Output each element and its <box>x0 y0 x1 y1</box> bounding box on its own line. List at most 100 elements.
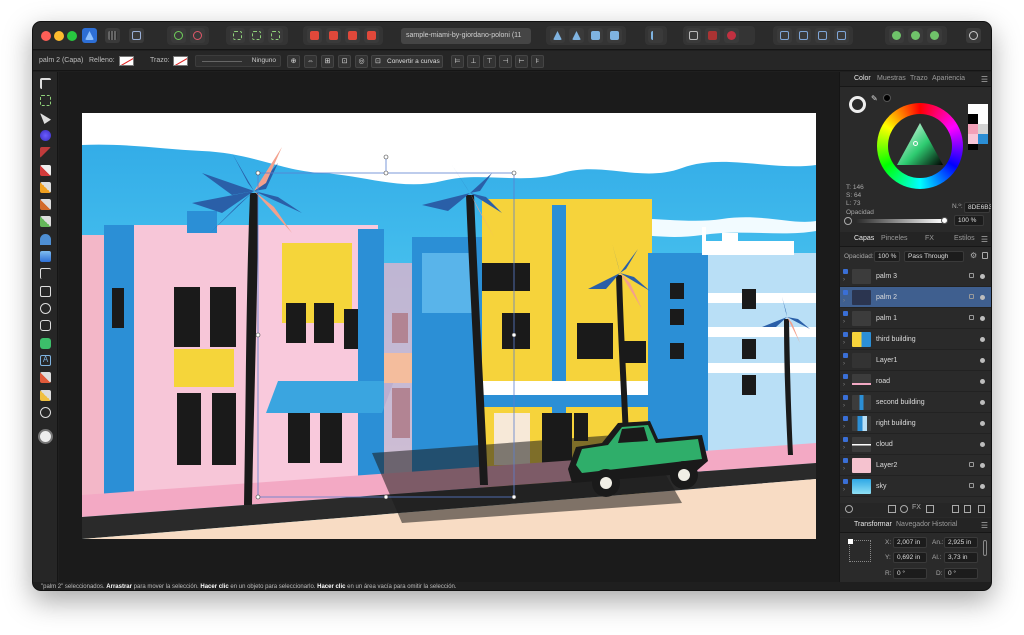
fill-swatch[interactable] <box>119 56 134 66</box>
geometry-subtract-icon[interactable] <box>796 28 811 43</box>
layer-visibility-checkbox[interactable] <box>843 290 848 295</box>
expand-arrow-icon[interactable]: › <box>843 487 845 493</box>
layer-visibility-checkbox[interactable] <box>843 374 848 379</box>
align-center-icon[interactable]: ⊥ <box>467 55 480 68</box>
align-middle-icon[interactable]: ⊢ <box>515 55 528 68</box>
zoom-window-button[interactable] <box>67 31 77 41</box>
tab-fx[interactable]: FX <box>925 235 934 242</box>
fx-icon[interactable]: FX <box>912 504 921 511</box>
layer-visibility-dot[interactable] <box>980 463 985 468</box>
layers-menu-icon[interactable]: ☰ <box>981 235 988 244</box>
isolate-icon[interactable]: ◎ <box>355 55 368 68</box>
rounded-rect-tool-icon[interactable] <box>40 320 51 331</box>
layer-row-palm-2[interactable]: › palm 2 <box>840 287 991 308</box>
corner-tool-icon[interactable] <box>40 147 51 158</box>
layer-row-cloud[interactable]: › cloud <box>840 434 991 455</box>
layer-row-palm-1[interactable]: › palm 1 <box>840 308 991 329</box>
expand-arrow-icon[interactable]: › <box>843 382 845 388</box>
move-forward-icon[interactable] <box>345 28 360 43</box>
layer-visibility-checkbox[interactable] <box>843 269 848 274</box>
select-nodes-icon[interactable] <box>249 28 264 43</box>
layer-visibility-dot[interactable] <box>980 400 985 405</box>
minimize-window-button[interactable] <box>54 31 64 41</box>
artboard-tool-icon[interactable] <box>40 95 51 106</box>
expand-arrow-icon[interactable]: › <box>843 403 845 409</box>
layer-row-third-building[interactable]: › third building <box>840 329 991 350</box>
artwork-canvas[interactable] <box>82 113 816 539</box>
move-back-icon[interactable] <box>307 28 322 43</box>
fill-stroke-well[interactable] <box>849 96 866 113</box>
geometry-add-icon[interactable] <box>777 28 792 43</box>
designer-persona-icon[interactable] <box>82 28 97 43</box>
group-icon[interactable] <box>926 505 934 513</box>
flip-icon[interactable]: ⇔ <box>304 55 317 68</box>
shapes-tool-icon[interactable] <box>40 338 51 349</box>
no-color-icon[interactable] <box>844 217 852 225</box>
align-right-icon[interactable]: ⊤ <box>483 55 496 68</box>
layer-lock-icon[interactable] <box>969 462 974 467</box>
layer-lock-icon[interactable] <box>969 315 974 320</box>
vector-brush-icon[interactable] <box>40 199 51 210</box>
expand-arrow-icon[interactable]: › <box>843 298 845 304</box>
link-icon[interactable] <box>705 28 720 43</box>
hex-input[interactable]: 8DE6B3 <box>964 202 991 213</box>
expand-arrow-icon[interactable]: › <box>843 277 845 283</box>
y-input[interactable]: 0,692 in <box>893 552 927 563</box>
stroke-style-dropdown[interactable]: Ninguno <box>195 55 281 67</box>
eyedropper-icon[interactable]: ✎ <box>871 94 880 103</box>
color-picker-icon[interactable] <box>40 372 51 383</box>
layer-visibility-checkbox[interactable] <box>843 416 848 421</box>
layer-row-layer1[interactable]: › Layer1 <box>840 350 991 371</box>
opacity-input[interactable]: 100 % <box>954 215 984 226</box>
select-grid-icon[interactable] <box>268 28 283 43</box>
user-account-icon[interactable] <box>966 28 981 43</box>
text-tool-icon[interactable]: A <box>40 355 51 366</box>
align-bottom-icon[interactable]: ⊧ <box>531 55 544 68</box>
geometry-divide-icon[interactable] <box>834 28 849 43</box>
snapping-icon[interactable] <box>171 28 186 43</box>
layer-lock-icon[interactable] <box>969 294 974 299</box>
opacity-slider-handle[interactable] <box>941 217 948 224</box>
layer-visibility-dot[interactable] <box>980 421 985 426</box>
tab-brushes[interactable]: Pinceles <box>881 235 907 242</box>
layer-visibility-checkbox[interactable] <box>843 395 848 400</box>
rotate-right-icon[interactable] <box>607 28 622 43</box>
blend-mode-select[interactable]: Pass Through <box>904 251 964 262</box>
layer-visibility-dot[interactable] <box>980 316 985 321</box>
node-tool-icon[interactable] <box>40 113 51 124</box>
layer-visibility-dot[interactable] <box>980 442 985 447</box>
tab-navigator[interactable]: Navegador <box>896 521 930 528</box>
expand-arrow-icon[interactable]: › <box>843 319 845 325</box>
arrange-icon[interactable]: ⊞ <box>321 55 334 68</box>
geometry-intersect-icon[interactable] <box>815 28 830 43</box>
insert-target-icon[interactable] <box>724 28 739 43</box>
contour-tool-icon[interactable] <box>40 130 51 141</box>
flip-horizontal-icon[interactable] <box>550 28 565 43</box>
settings-gear-icon[interactable] <box>190 28 205 43</box>
tab-stroke[interactable]: Trazo <box>910 75 928 82</box>
layer-row-sky[interactable]: › sky <box>840 476 991 497</box>
tab-swatches[interactable]: Muestras <box>877 75 906 82</box>
tab-layers[interactable]: Capas <box>854 235 874 242</box>
rectangle-tool-icon[interactable] <box>40 286 51 297</box>
tab-history[interactable]: Historial <box>932 521 957 528</box>
brush-tool-icon[interactable] <box>40 390 51 401</box>
globe-icon[interactable] <box>927 28 942 43</box>
chat-icon[interactable] <box>889 28 904 43</box>
duplicate-layer-icon[interactable] <box>964 505 971 513</box>
layer-row-second-building[interactable]: › second building <box>840 392 991 413</box>
shared-icon[interactable] <box>908 28 923 43</box>
adjustment-icon[interactable] <box>900 505 908 513</box>
layer-visibility-checkbox[interactable] <box>843 437 848 442</box>
select-box-icon[interactable] <box>230 28 245 43</box>
tab-styles[interactable]: Estilos <box>954 235 975 242</box>
delete-layer-icon[interactable] <box>978 505 985 513</box>
export-persona-icon[interactable] <box>129 28 144 43</box>
fill-color-well[interactable] <box>38 429 53 444</box>
tab-transform[interactable]: Transformar <box>854 521 892 528</box>
layer-lock-icon[interactable] <box>969 483 974 488</box>
expand-arrow-icon[interactable]: › <box>843 445 845 451</box>
hue-wheel[interactable] <box>877 103 963 189</box>
zoom-tool-icon[interactable] <box>40 407 51 418</box>
layer-visibility-dot[interactable] <box>980 337 985 342</box>
